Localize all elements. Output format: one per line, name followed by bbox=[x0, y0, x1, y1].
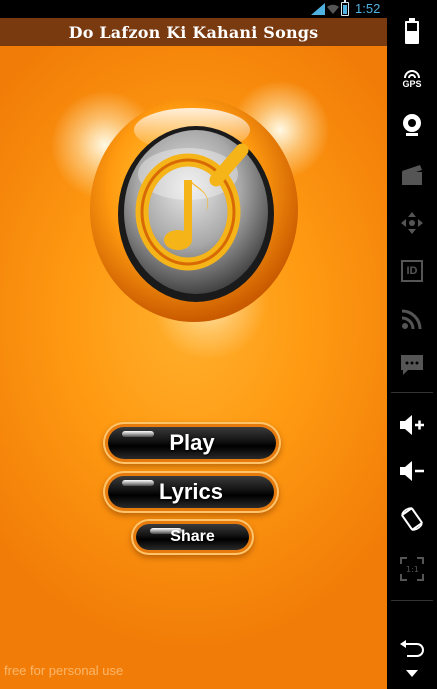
share-button-label: Share bbox=[170, 528, 215, 545]
title-bar: Do Lafzon Ki Kahani Songs bbox=[0, 18, 387, 46]
gps-label: GPS bbox=[402, 79, 422, 89]
clapper-icon[interactable] bbox=[397, 160, 427, 190]
id-icon[interactable]: ID bbox=[397, 256, 427, 286]
signal-icon bbox=[311, 3, 325, 15]
play-button-label: Play bbox=[169, 430, 215, 455]
id-label: ID bbox=[406, 265, 418, 277]
sms-icon[interactable] bbox=[397, 350, 427, 380]
sidebar-divider-bottom bbox=[391, 600, 433, 601]
share-button[interactable]: Share bbox=[136, 524, 249, 550]
play-button[interactable]: Play bbox=[108, 427, 276, 459]
lyrics-button[interactable]: Lyrics bbox=[108, 476, 274, 508]
battery-status-icon bbox=[341, 0, 349, 16]
rotate-icon[interactable] bbox=[397, 504, 427, 534]
music-note-logo-icon bbox=[90, 98, 298, 322]
app-screen: Do Lafzon Ki Kahani Songs Play Lyrics Sh… bbox=[0, 18, 387, 689]
gps-icon[interactable]: GPS bbox=[397, 64, 427, 94]
lyrics-button-label: Lyrics bbox=[158, 479, 223, 504]
menu-icon[interactable] bbox=[397, 664, 427, 684]
webcam-icon[interactable] bbox=[397, 110, 427, 140]
volume-down-icon[interactable] bbox=[397, 456, 427, 486]
battery-icon[interactable] bbox=[397, 16, 427, 46]
wifi-icon bbox=[327, 4, 339, 14]
sidebar-divider bbox=[391, 392, 433, 393]
svg-text:1:1: 1:1 bbox=[406, 565, 419, 574]
watermark-text: free for personal use bbox=[4, 663, 124, 678]
clock-time: 1:52 bbox=[355, 1, 381, 16]
dpad-icon[interactable] bbox=[397, 208, 427, 238]
scale-icon[interactable]: 1:1 bbox=[397, 554, 427, 584]
status-bar: 1:52 bbox=[0, 0, 387, 18]
rss-icon[interactable] bbox=[397, 304, 427, 334]
volume-up-icon[interactable] bbox=[397, 410, 427, 440]
back-icon[interactable] bbox=[397, 634, 427, 664]
app-title: Do Lafzon Ki Kahani Songs bbox=[68, 22, 319, 42]
emulator-sidebar: GPS ID 1:1 bbox=[387, 0, 437, 689]
